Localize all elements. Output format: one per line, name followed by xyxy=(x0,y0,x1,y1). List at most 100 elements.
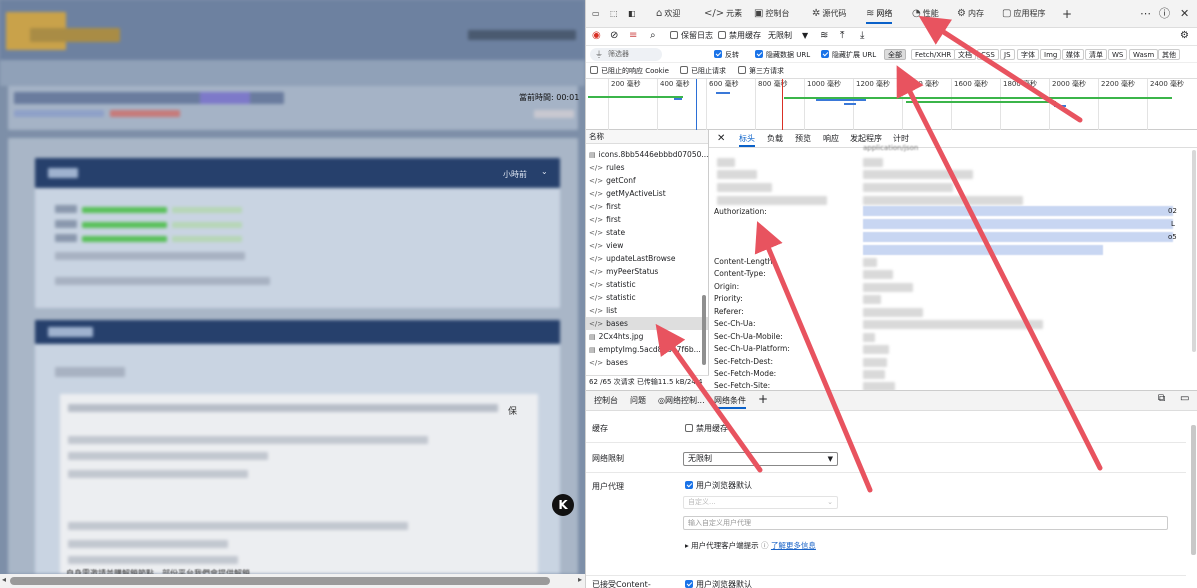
filter-type-all[interactable]: 全部 xyxy=(884,49,906,60)
blocked-cookies-checkbox[interactable]: 已阻止的响应 Cookie xyxy=(590,65,669,77)
inspect-icon[interactable]: ⬚ xyxy=(610,6,618,24)
tab-response[interactable]: 响应 xyxy=(823,133,839,145)
drawer-tab-console[interactable]: 控制台 xyxy=(594,395,618,407)
tab-welcome[interactable]: ⌂ 欢迎 xyxy=(656,6,680,24)
timeline-tick: 2400 毫秒 xyxy=(1147,79,1184,130)
close-details-icon[interactable]: ✕ xyxy=(717,133,725,145)
throttle-dropdown[interactable]: 无限制 ▼ xyxy=(683,452,838,466)
filter-type-media[interactable]: 媒体 xyxy=(1062,49,1084,60)
help-icon[interactable]: ⓘ xyxy=(1159,6,1170,24)
tab-application[interactable]: ▢ 应用程序 xyxy=(1002,6,1045,24)
search-icon[interactable]: ⌕ xyxy=(650,30,656,42)
tab-performance[interactable]: ◔ 性能 xyxy=(912,6,939,24)
tab-payload[interactable]: 负载 xyxy=(767,133,783,145)
more-menu-icon[interactable]: ⋯ xyxy=(1140,6,1151,24)
drawer-tab-network-conditions[interactable]: 网络条件 xyxy=(714,395,746,409)
filter-type-js[interactable]: JS xyxy=(1000,49,1015,60)
tab-console[interactable]: ▣ 控制台 xyxy=(754,6,789,24)
devtools-panel: ▭ ⬚ ◧ ⌂ 欢迎 </> 元素 ▣ 控制台 ✲ 源代码 ≋ 网络 ◔ 性能 ⚙ 内存 ▢ 应… xyxy=(585,0,1197,588)
drawer-tab-network-requests[interactable]: ◎网络控制... xyxy=(658,395,705,407)
add-tab-icon[interactable]: + xyxy=(1062,6,1072,24)
request-row[interactable]: </> statistic xyxy=(586,291,708,304)
dock-side-icon[interactable]: ◧ xyxy=(628,6,636,24)
request-list-header[interactable]: 名称 xyxy=(586,130,708,144)
third-party-checkbox[interactable]: 第三方请求 xyxy=(738,65,784,77)
request-row[interactable]: ▤ emptyImg.5acd87847f6b... xyxy=(586,343,708,356)
request-row[interactable]: </> view xyxy=(586,239,708,252)
learn-more-link[interactable]: 了解更多信息 xyxy=(771,541,816,550)
export-har-icon[interactable]: ⤓ xyxy=(860,30,864,42)
invert-checkbox[interactable]: 反转 xyxy=(714,49,739,61)
request-row[interactable]: </> updateLastBrowse xyxy=(586,252,708,265)
blurred-header-value xyxy=(863,333,875,342)
hide-extension-urls-checkbox[interactable]: 隐藏扩展 URL xyxy=(821,49,876,61)
filter-type-wasm[interactable]: Wasm xyxy=(1129,49,1159,60)
filter-input[interactable]: ⏚ 筛选器 xyxy=(590,48,662,61)
scroll-left-icon[interactable]: ◂ xyxy=(2,575,6,584)
filter-type-font[interactable]: 字体 xyxy=(1017,49,1039,60)
extension-badge-icon[interactable]: K xyxy=(552,494,574,516)
network-overview-timeline[interactable]: 200 毫秒 400 毫秒 600 毫秒 800 毫秒 1000 毫秒 1200… xyxy=(586,79,1197,130)
request-row-selected[interactable]: </> bases xyxy=(586,317,708,330)
custom-ua-input[interactable]: 输入自定义用户代理 xyxy=(683,516,1168,530)
drawer-tab-issues[interactable]: 问题 xyxy=(630,395,646,407)
blocked-requests-checkbox[interactable]: 已阻止请求 xyxy=(680,65,726,77)
close-devtools-icon[interactable]: ✕ xyxy=(1180,6,1189,24)
tab-network[interactable]: ≋ 网络 xyxy=(866,6,893,24)
ua-preset-dropdown[interactable]: 自定义... ⌄ xyxy=(683,496,838,509)
web-page-viewport: 當前時間: 00:01 小時前 ⌄ 保 自身需邀請並購解鎖節點，部份平台我們會提… xyxy=(0,0,585,588)
scroll-right-icon[interactable]: ▸ xyxy=(578,575,582,584)
filter-type-manifest[interactable]: 清单 xyxy=(1085,49,1107,60)
drawer-disable-cache-checkbox[interactable]: 禁用缓存 xyxy=(685,423,728,435)
request-list-scrollbar[interactable] xyxy=(702,295,706,365)
filter-type-fetch-xhr[interactable]: Fetch/XHR xyxy=(911,49,956,60)
filter-type-other[interactable]: 其他 xyxy=(1158,49,1180,60)
device-emulation-icon[interactable]: ▭ xyxy=(592,6,600,24)
tab-headers[interactable]: 标头 xyxy=(739,133,755,147)
disable-cache-checkbox[interactable]: 禁用缓存 xyxy=(718,30,761,42)
filter-toggle-icon[interactable]: ≡ xyxy=(629,30,637,42)
filter-type-img[interactable]: Img xyxy=(1040,49,1062,60)
ua-client-hints-toggle[interactable]: ▸ 用户代理客户端提示 ⓘ 了解更多信息 xyxy=(685,540,816,551)
filter-type-ws[interactable]: WS xyxy=(1108,49,1128,60)
details-scrollbar[interactable] xyxy=(1192,150,1196,352)
throttle-select[interactable]: 无限制 xyxy=(768,30,792,42)
close-drawer-icon[interactable]: ▭ xyxy=(1180,393,1189,405)
tab-preview[interactable]: 预览 xyxy=(795,133,811,145)
drawer-scrollbar[interactable] xyxy=(1191,425,1196,555)
undock-drawer-icon[interactable]: ⧉ xyxy=(1158,393,1165,405)
network-conditions-icon[interactable]: ≋ xyxy=(820,30,828,42)
request-row[interactable]: </> bases xyxy=(586,356,708,369)
request-row[interactable]: </> first xyxy=(586,200,708,213)
settings-gear-icon[interactable]: ⚙ xyxy=(1180,30,1189,42)
request-row[interactable]: </> getConf xyxy=(586,174,708,187)
filter-type-doc[interactable]: 文档 xyxy=(954,49,976,60)
request-row[interactable]: ▤ icons.8bb5446ebbbd07050... xyxy=(586,148,708,161)
add-drawer-tab-icon[interactable]: + xyxy=(758,393,768,405)
tab-elements[interactable]: </> 元素 xyxy=(704,6,742,24)
page-horizontal-scrollbar[interactable]: ◂ ▸ xyxy=(0,574,585,588)
request-row[interactable]: </> getMyActiveList xyxy=(586,187,708,200)
scroll-thumb[interactable] xyxy=(10,577,550,585)
request-row[interactable]: ▤ 2Cx4hts.jpg xyxy=(586,330,708,343)
tab-memory[interactable]: ⚙ 内存 xyxy=(957,6,984,24)
filter-type-css[interactable]: CSS xyxy=(977,49,999,60)
request-row[interactable]: </> state xyxy=(586,226,708,239)
clear-icon[interactable]: ⊘ xyxy=(610,30,618,42)
tab-sources[interactable]: ✲ 源代码 xyxy=(812,6,846,24)
ua-default-checkbox[interactable]: 用户浏览器默认 xyxy=(685,480,752,492)
hide-data-urls-checkbox[interactable]: 隐藏数据 URL xyxy=(755,49,810,61)
request-row[interactable]: </> list xyxy=(586,304,708,317)
request-row[interactable]: </> first xyxy=(586,213,708,226)
accepted-encoding-checkbox[interactable]: 用户浏览器默认 xyxy=(685,579,752,588)
record-icon[interactable]: ◉ xyxy=(592,30,601,42)
request-row[interactable]: </> rules xyxy=(586,161,708,174)
import-har-icon[interactable]: ⤒ xyxy=(840,30,844,42)
request-row[interactable]: </> statistic xyxy=(586,278,708,291)
image-file-icon: ▤ xyxy=(589,151,596,159)
request-row[interactable]: </> myPeerStatus xyxy=(586,265,708,278)
preserve-log-checkbox[interactable]: 保留日志 xyxy=(670,30,713,42)
devtools-tab-bar: ▭ ⬚ ◧ ⌂ 欢迎 </> 元素 ▣ 控制台 ✲ 源代码 ≋ 网络 ◔ 性能 ⚙ 内存 ▢ 应… xyxy=(586,0,1197,28)
throttle-caret-icon[interactable]: ▼ xyxy=(802,30,808,42)
collapse-chevron-icon[interactable]: ⌄ xyxy=(541,167,548,176)
